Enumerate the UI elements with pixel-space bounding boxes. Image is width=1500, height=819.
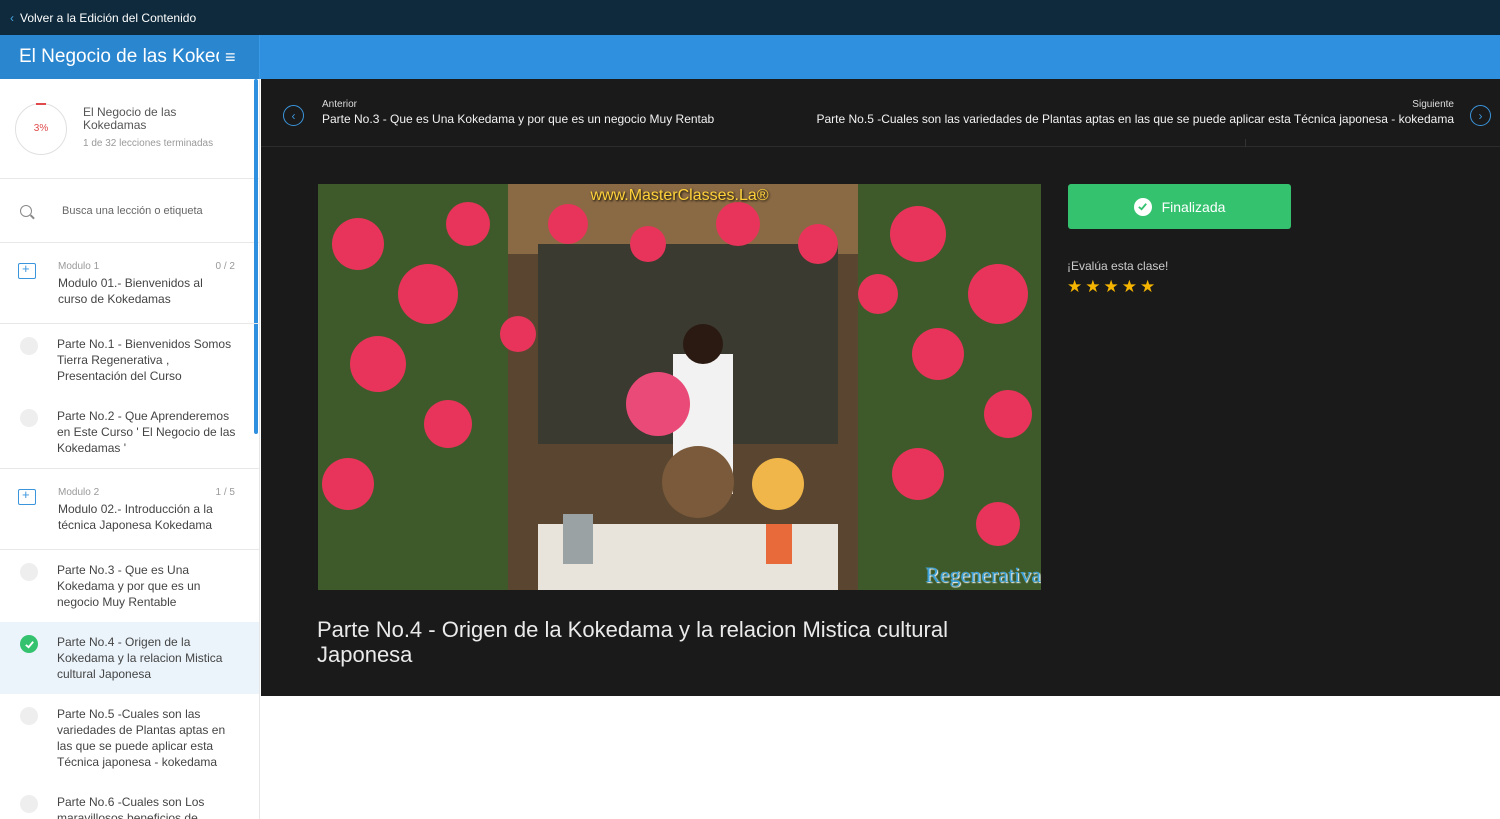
lesson-item[interactable]: Parte No.6 -Cuales son Los maravillosos …: [0, 782, 259, 819]
lesson-status-dot: [20, 795, 38, 813]
module-meta: Modulo 2 1 / 5: [58, 487, 235, 498]
completed-label: Finalizada: [1161, 198, 1226, 215]
lesson-item[interactable]: Parte No.1 - Bienvenidos Somos Tierra Re…: [0, 324, 259, 396]
completed-button[interactable]: Finalizada: [1068, 184, 1291, 229]
lesson-item[interactable]: Parte No.3 - Que es Una Kokedama y por q…: [0, 550, 259, 622]
next-title: Parte No.5 -Cuales son las variedades de…: [816, 112, 1455, 126]
module-name: Modulo 02.- Introducción a la técnica Ja…: [58, 502, 213, 532]
module-meta: Modulo 1 0 / 2: [58, 261, 235, 272]
folder-plus-icon: [18, 487, 36, 505]
lesson-status-dot: [20, 337, 38, 355]
course-title: El Negocio de las Kokedamas: [19, 46, 219, 67]
lesson-item-active[interactable]: Parte No.4 - Origen de la Kokedama y la …: [0, 622, 259, 694]
video-logo: Regenerativa: [924, 562, 1041, 587]
chevron-right-circle-icon[interactable]: ›: [1470, 105, 1491, 126]
lesson-name: Parte No.1 - Bienvenidos Somos Tierra Re…: [57, 337, 232, 383]
module-count: 0 / 2: [215, 261, 235, 272]
lesson-name: Parte No.4 - Origen de la Kokedama y la …: [57, 635, 223, 681]
video-player[interactable]: www.MasterClasses.La® Regenerativa: [318, 184, 1041, 590]
module-count: 1 / 5: [215, 487, 235, 498]
back-label: Volver a la Edición del Contenido: [20, 10, 197, 25]
module-label: Modulo 1: [58, 261, 100, 272]
lesson-player-area: ‹ Anterior Parte No.3 - Que es Una Koked…: [261, 79, 1500, 696]
nav-divider: [1245, 139, 1246, 147]
lesson-sidebar: 3% El Negocio de las Kokedamas 1 de 32 l…: [0, 79, 260, 819]
lesson-search: [0, 179, 259, 243]
search-input[interactable]: [62, 204, 242, 217]
course-progress: 3% El Negocio de las Kokedamas 1 de 32 l…: [0, 79, 259, 179]
star-icon[interactable]: ★: [1140, 278, 1155, 296]
module-header[interactable]: Modulo 1 0 / 2 Modulo 01.- Bienvenidos a…: [0, 243, 259, 324]
module-body: Modulo 1 0 / 2 Modulo 01.- Bienvenidos a…: [58, 261, 235, 307]
next-lesson-link[interactable]: Siguiente Parte No.5 -Cuales son las var…: [817, 99, 1455, 128]
progress-course-name: El Negocio de las Kokedamas: [83, 104, 177, 132]
lesson-name: Parte No.3 - Que es Una Kokedama y por q…: [57, 563, 201, 609]
progress-ring: 3%: [15, 102, 67, 155]
rating-label: ¡Evalúa esta clase!: [1067, 259, 1169, 273]
video-frame-image: [318, 184, 1041, 590]
star-icon[interactable]: ★: [1067, 278, 1082, 296]
progress-arc: [36, 102, 46, 105]
lesson-name: Parte No.2 - Que Aprenderemos en Este Cu…: [57, 409, 236, 455]
progress-info: El Negocio de las Kokedamas 1 de 32 lecc…: [83, 104, 223, 152]
star-icon[interactable]: ★: [1122, 278, 1137, 296]
next-label: Siguiente: [1412, 99, 1454, 110]
rating-stars: ★ ★ ★ ★ ★: [1067, 278, 1155, 296]
lesson-status-dot: [20, 707, 38, 725]
menu-icon[interactable]: ≡: [225, 47, 236, 68]
lesson-navigation: ‹ Anterior Parte No.3 - Que es Una Koked…: [261, 79, 1500, 147]
previous-lesson-link[interactable]: Anterior Parte No.3 - Que es Una Kokedam…: [322, 99, 714, 128]
star-icon[interactable]: ★: [1104, 278, 1119, 296]
chevron-left-circle-icon[interactable]: ‹: [283, 105, 304, 126]
star-icon[interactable]: ★: [1085, 278, 1100, 296]
check-circle-icon: [20, 635, 38, 653]
module-name: Modulo 01.- Bienvenidos al curso de Koke…: [58, 276, 203, 306]
module-label: Modulo 2: [58, 487, 100, 498]
module-header[interactable]: Modulo 2 1 / 5 Modulo 02.- Introducción …: [0, 469, 259, 550]
search-icon: [20, 204, 32, 217]
folder-plus-icon: [18, 261, 36, 279]
course-header: El Negocio de las Kokedamas ≡: [0, 35, 1500, 79]
lesson-status-dot: [20, 409, 38, 427]
course-title-box: El Negocio de las Kokedamas ≡: [0, 35, 260, 79]
lesson-name: Parte No.5 -Cuales son las variedades de…: [57, 707, 226, 769]
top-bar: ‹ Volver a la Edición del Contenido: [0, 0, 1500, 35]
check-circle-icon: [1133, 197, 1152, 216]
lesson-item[interactable]: Parte No.2 - Que Aprenderemos en Este Cu…: [0, 396, 259, 469]
lesson-title: Parte No.4 - Origen de la Kokedama y la …: [317, 617, 948, 667]
chevron-left-icon: ‹: [10, 10, 14, 25]
progress-count: 1 de 32 lecciones terminadas: [83, 137, 214, 149]
progress-percent: 3%: [33, 123, 49, 134]
lesson-item[interactable]: Parte No.5 -Cuales son las variedades de…: [0, 694, 259, 782]
back-to-edit-link[interactable]: ‹ Volver a la Edición del Contenido: [10, 11, 196, 25]
module-body: Modulo 2 1 / 5 Modulo 02.- Introducción …: [58, 487, 235, 533]
lesson-status-dot: [20, 563, 38, 581]
video-watermark: www.MasterClasses.La®: [590, 187, 769, 204]
previous-title: Parte No.3 - Que es Una Kokedama y por q…: [322, 112, 715, 126]
lesson-name: Parte No.6 -Cuales son Los maravillosos …: [57, 795, 205, 819]
previous-label: Anterior: [322, 99, 358, 110]
